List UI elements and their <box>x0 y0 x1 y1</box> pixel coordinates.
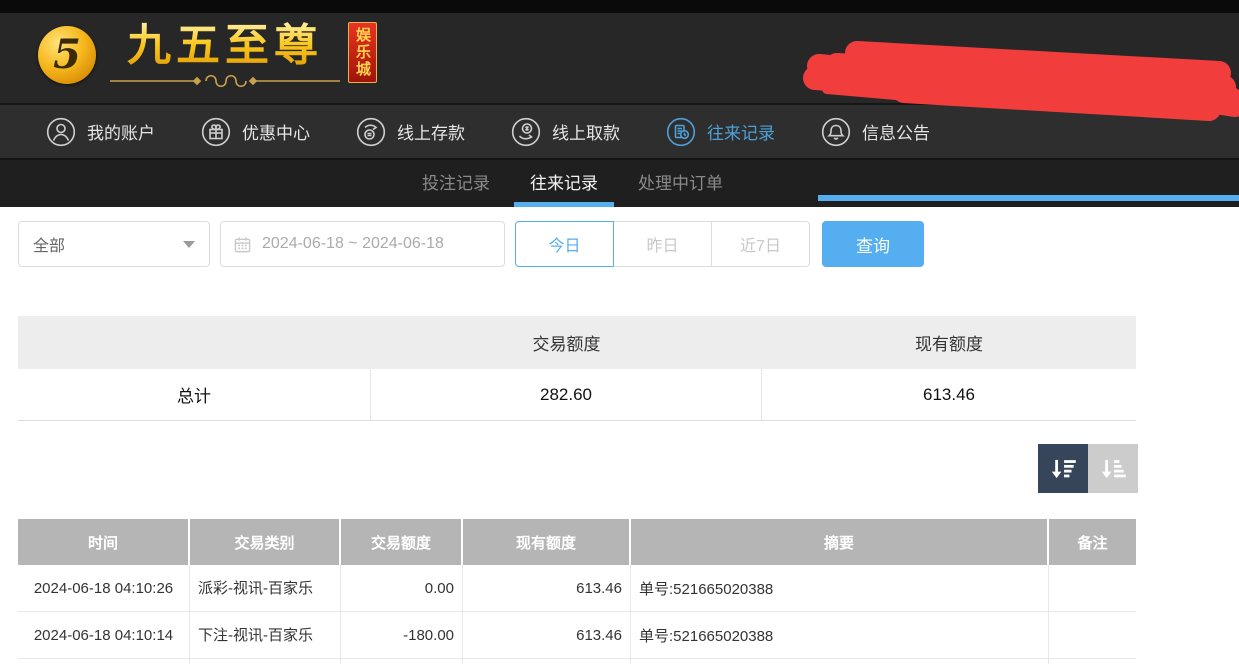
sort-descending-button[interactable] <box>1038 444 1088 493</box>
flourish-ornament <box>110 73 340 92</box>
summary-table: 交易额度 现有额度 总计 282.60 613.46 <box>18 316 1136 421</box>
sort-ascending-icon <box>1097 453 1129 485</box>
col-header-balance: 现有额度 <box>463 519 631 565</box>
brand-badge: 娱乐城 <box>348 22 377 83</box>
cell-time: 2024-06-18 04:10:26 <box>18 565 190 612</box>
nav-item-promotions[interactable]: 优惠中心 <box>201 117 310 147</box>
type-select[interactable]: 全部 <box>18 221 210 267</box>
gift-icon <box>201 117 231 147</box>
cell-time: 2024-06-18 04:10:14 <box>18 612 190 659</box>
nav-item-announcements[interactable]: 信息公告 <box>821 117 930 147</box>
cell-type: 下注-视讯-百家乐 <box>190 612 341 659</box>
brand-logo[interactable]: 5 九五至尊 娱乐城 <box>38 20 419 92</box>
range-7days-button[interactable]: 近7日 <box>711 221 810 267</box>
quick-range-group: 今日 昨日 近7日 <box>515 221 810 267</box>
search-button[interactable]: 查询 <box>822 221 924 267</box>
record-subtabs: 投注记录 往来记录 处理中订单 <box>0 158 1239 207</box>
summary-header-empty <box>18 316 371 369</box>
account-avatar-icon[interactable] <box>833 59 863 94</box>
filter-toolbar: 全部 2024-06-18 ~ 2024-06-18 今日 昨日 近7日 查询 <box>18 221 1239 267</box>
cell-note <box>1049 612 1136 659</box>
summary-total-trade-amount: 282.60 <box>371 369 762 420</box>
cell-note <box>1049 565 1136 612</box>
cell-summary <box>631 659 1049 664</box>
date-range-input[interactable]: 2024-06-18 ~ 2024-06-18 <box>220 221 505 267</box>
table-row: 2024-06-18 04:10:26 派彩-视讯-百家乐 0.00 613.4… <box>18 565 1136 612</box>
brand-name: 九五至尊 <box>127 20 323 73</box>
range-yesterday-button[interactable]: 昨日 <box>613 221 712 267</box>
logo-glyph: 5 <box>53 35 81 75</box>
sort-toolbar <box>0 444 1138 493</box>
loading-progress-bar <box>818 195 1239 201</box>
main-navigation: 我的账户 优惠中心 线上存款 <box>0 103 1239 158</box>
col-header-note: 备注 <box>1049 519 1136 565</box>
nav-item-withdraw[interactable]: 线上取款 <box>511 117 620 147</box>
summary-total-label: 总计 <box>18 369 371 420</box>
col-header-time: 时间 <box>18 519 190 565</box>
summary-total-row: 总计 282.60 613.46 <box>18 369 1136 421</box>
chevron-down-icon <box>183 241 195 248</box>
range-today-button[interactable]: 今日 <box>515 221 614 267</box>
tab-betting-records[interactable]: 投注记录 <box>406 160 506 207</box>
cell-type <box>190 659 341 664</box>
cell-balance <box>463 659 631 664</box>
summary-header-trade-amount: 交易额度 <box>371 316 762 369</box>
cell-time <box>18 659 190 664</box>
records-table: 时间 交易类别 交易额度 现有额度 摘要 备注 2024-06-18 04:10… <box>18 519 1136 664</box>
site-header: 5 九五至尊 娱乐城 <box>0 13 1239 103</box>
cell-note <box>1049 659 1136 664</box>
table-row: 2024-06-18 04:10:14 下注-视讯-百家乐 -180.00 61… <box>18 612 1136 659</box>
cell-amount <box>341 659 463 664</box>
summary-header-row: 交易额度 现有额度 <box>18 316 1136 369</box>
records-icon <box>666 117 696 147</box>
sort-descending-icon <box>1047 453 1079 485</box>
nav-item-transaction-records[interactable]: 往来记录 <box>666 117 775 147</box>
sort-ascending-button[interactable] <box>1088 444 1138 493</box>
tab-transaction-records[interactable]: 往来记录 <box>514 160 614 207</box>
summary-total-balance: 613.46 <box>762 369 1136 420</box>
cell-balance: 613.46 <box>463 565 631 612</box>
nav-label: 往来记录 <box>707 119 775 144</box>
table-row <box>18 659 1136 664</box>
col-header-amount: 交易额度 <box>341 519 463 565</box>
nav-label: 优惠中心 <box>242 119 310 144</box>
cell-amount: 0.00 <box>341 565 463 612</box>
announcement-bell-icon <box>821 117 851 147</box>
cell-amount: -180.00 <box>341 612 463 659</box>
nav-label: 线上取款 <box>552 119 620 144</box>
nav-label: 我的账户 <box>87 119 155 144</box>
nav-item-my-account[interactable]: 我的账户 <box>46 117 155 147</box>
cell-balance: 613.46 <box>463 612 631 659</box>
summary-header-balance: 现有额度 <box>762 316 1136 369</box>
tab-pending-orders[interactable]: 处理中订单 <box>622 160 739 207</box>
brand-logo-icon: 5 <box>38 26 96 84</box>
calendar-icon <box>233 235 252 254</box>
type-select-value: 全部 <box>33 232 65 256</box>
records-header-row: 时间 交易类别 交易额度 现有额度 摘要 备注 <box>18 519 1136 565</box>
cell-summary: 单号:521665020388 <box>631 612 1049 659</box>
nav-item-deposit[interactable]: 线上存款 <box>356 117 465 147</box>
cell-summary: 单号:521665020388 <box>631 565 1049 612</box>
nav-label: 信息公告 <box>862 119 930 144</box>
col-header-summary: 摘要 <box>631 519 1049 565</box>
cell-type: 派彩-视讯-百家乐 <box>190 565 341 612</box>
deposit-icon <box>356 117 386 147</box>
date-range-value: 2024-06-18 ~ 2024-06-18 <box>262 235 444 253</box>
nav-label: 线上存款 <box>397 119 465 144</box>
withdraw-icon <box>511 117 541 147</box>
user-icon <box>46 117 76 147</box>
top-strip <box>0 0 1239 13</box>
col-header-type: 交易类别 <box>190 519 341 565</box>
